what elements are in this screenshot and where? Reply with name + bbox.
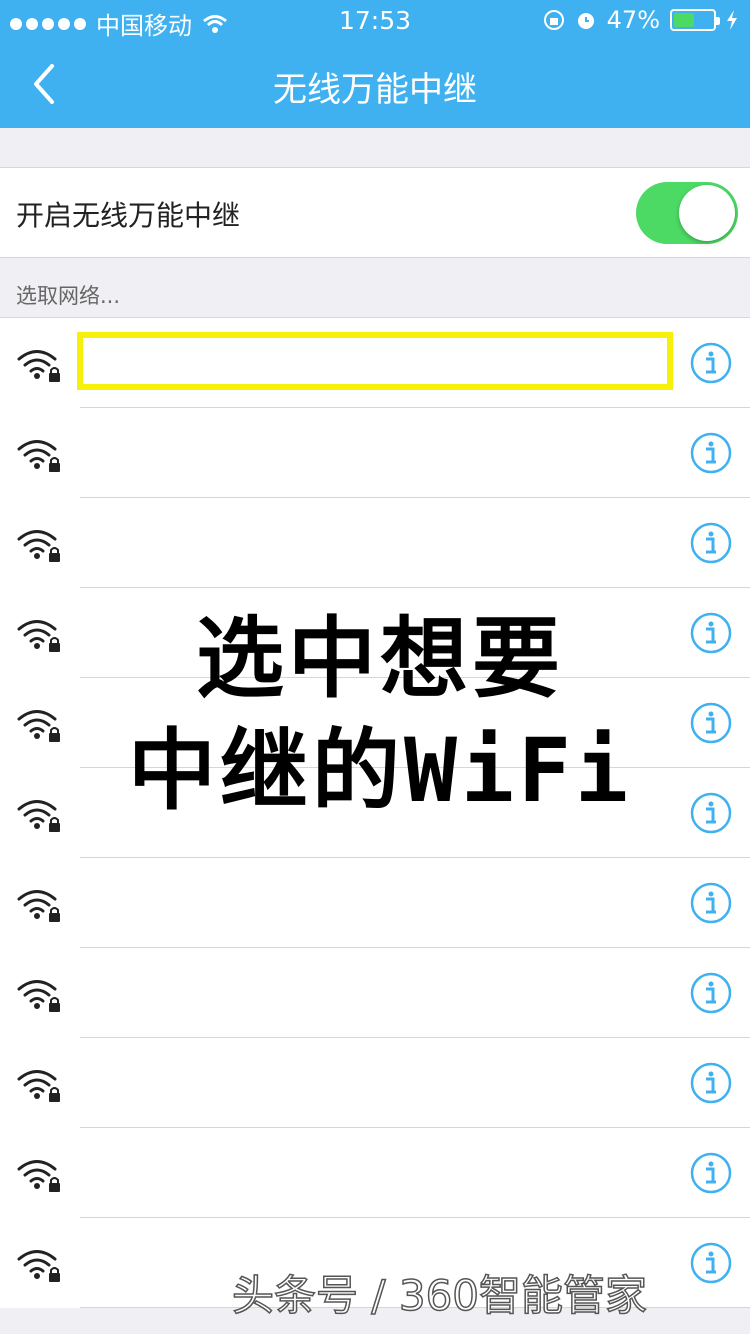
wifi-lock-icon: [16, 1064, 62, 1106]
info-icon[interactable]: [690, 882, 732, 924]
instruction-line-1: 选中想要: [195, 607, 564, 710]
info-icon[interactable]: [690, 432, 732, 474]
wifi-lock-icon: [16, 614, 62, 656]
wifi-lock-icon: [16, 524, 62, 566]
toggle-knob: [679, 185, 735, 241]
wifi-lock-icon: [16, 704, 62, 746]
page-title: 无线万能中继: [273, 70, 477, 110]
status-bar: 中国移动 17:53 47%: [0, 0, 750, 40]
info-icon[interactable]: [690, 522, 732, 564]
network-row[interactable]: [0, 948, 750, 1038]
info-icon[interactable]: [690, 342, 732, 384]
wifi-lock-icon: [16, 344, 62, 386]
repeater-toggle-switch[interactable]: [636, 182, 738, 244]
network-row[interactable]: [0, 408, 750, 498]
info-icon[interactable]: [690, 1152, 732, 1194]
wifi-lock-icon: [16, 974, 62, 1016]
network-section-header: 选取网络...: [0, 258, 750, 318]
charging-icon: [727, 10, 737, 30]
wifi-lock-icon: [16, 434, 62, 476]
info-icon[interactable]: [690, 612, 732, 654]
network-row[interactable]: [0, 858, 750, 948]
alarm-icon: [577, 13, 594, 29]
info-icon[interactable]: [690, 792, 732, 834]
header: 中国移动 17:53 47% 无线万能中继: [0, 0, 750, 128]
info-icon[interactable]: [690, 972, 732, 1014]
info-icon[interactable]: [690, 1062, 732, 1104]
wifi-lock-icon: [16, 1244, 62, 1286]
instruction-line-2: 中继的WiFi: [128, 719, 632, 822]
navigation-bar: 无线万能中继: [0, 40, 750, 128]
wifi-lock-icon: [16, 794, 62, 836]
network-row[interactable]: [0, 318, 750, 408]
watermark: 头条号 / 360智能管家: [231, 1270, 648, 1321]
spacer: [0, 128, 750, 168]
network-row[interactable]: [0, 1038, 750, 1128]
section-label: 选取网络...: [16, 284, 121, 308]
wifi-lock-icon: [16, 884, 62, 926]
battery-fill: [674, 13, 694, 27]
repeater-toggle-row: 开启无线万能中继: [0, 168, 750, 258]
battery-icon: [670, 9, 720, 31]
selection-highlight: [77, 332, 673, 390]
network-row[interactable]: [0, 1128, 750, 1218]
wifi-lock-icon: [16, 1154, 62, 1196]
network-row[interactable]: [0, 498, 750, 588]
rotation-lock-icon: [543, 10, 564, 30]
battery-percent: 47%: [606, 6, 660, 34]
info-icon[interactable]: [690, 702, 732, 744]
info-icon[interactable]: [690, 1242, 732, 1284]
repeater-toggle-label: 开启无线万能中继: [16, 199, 241, 232]
